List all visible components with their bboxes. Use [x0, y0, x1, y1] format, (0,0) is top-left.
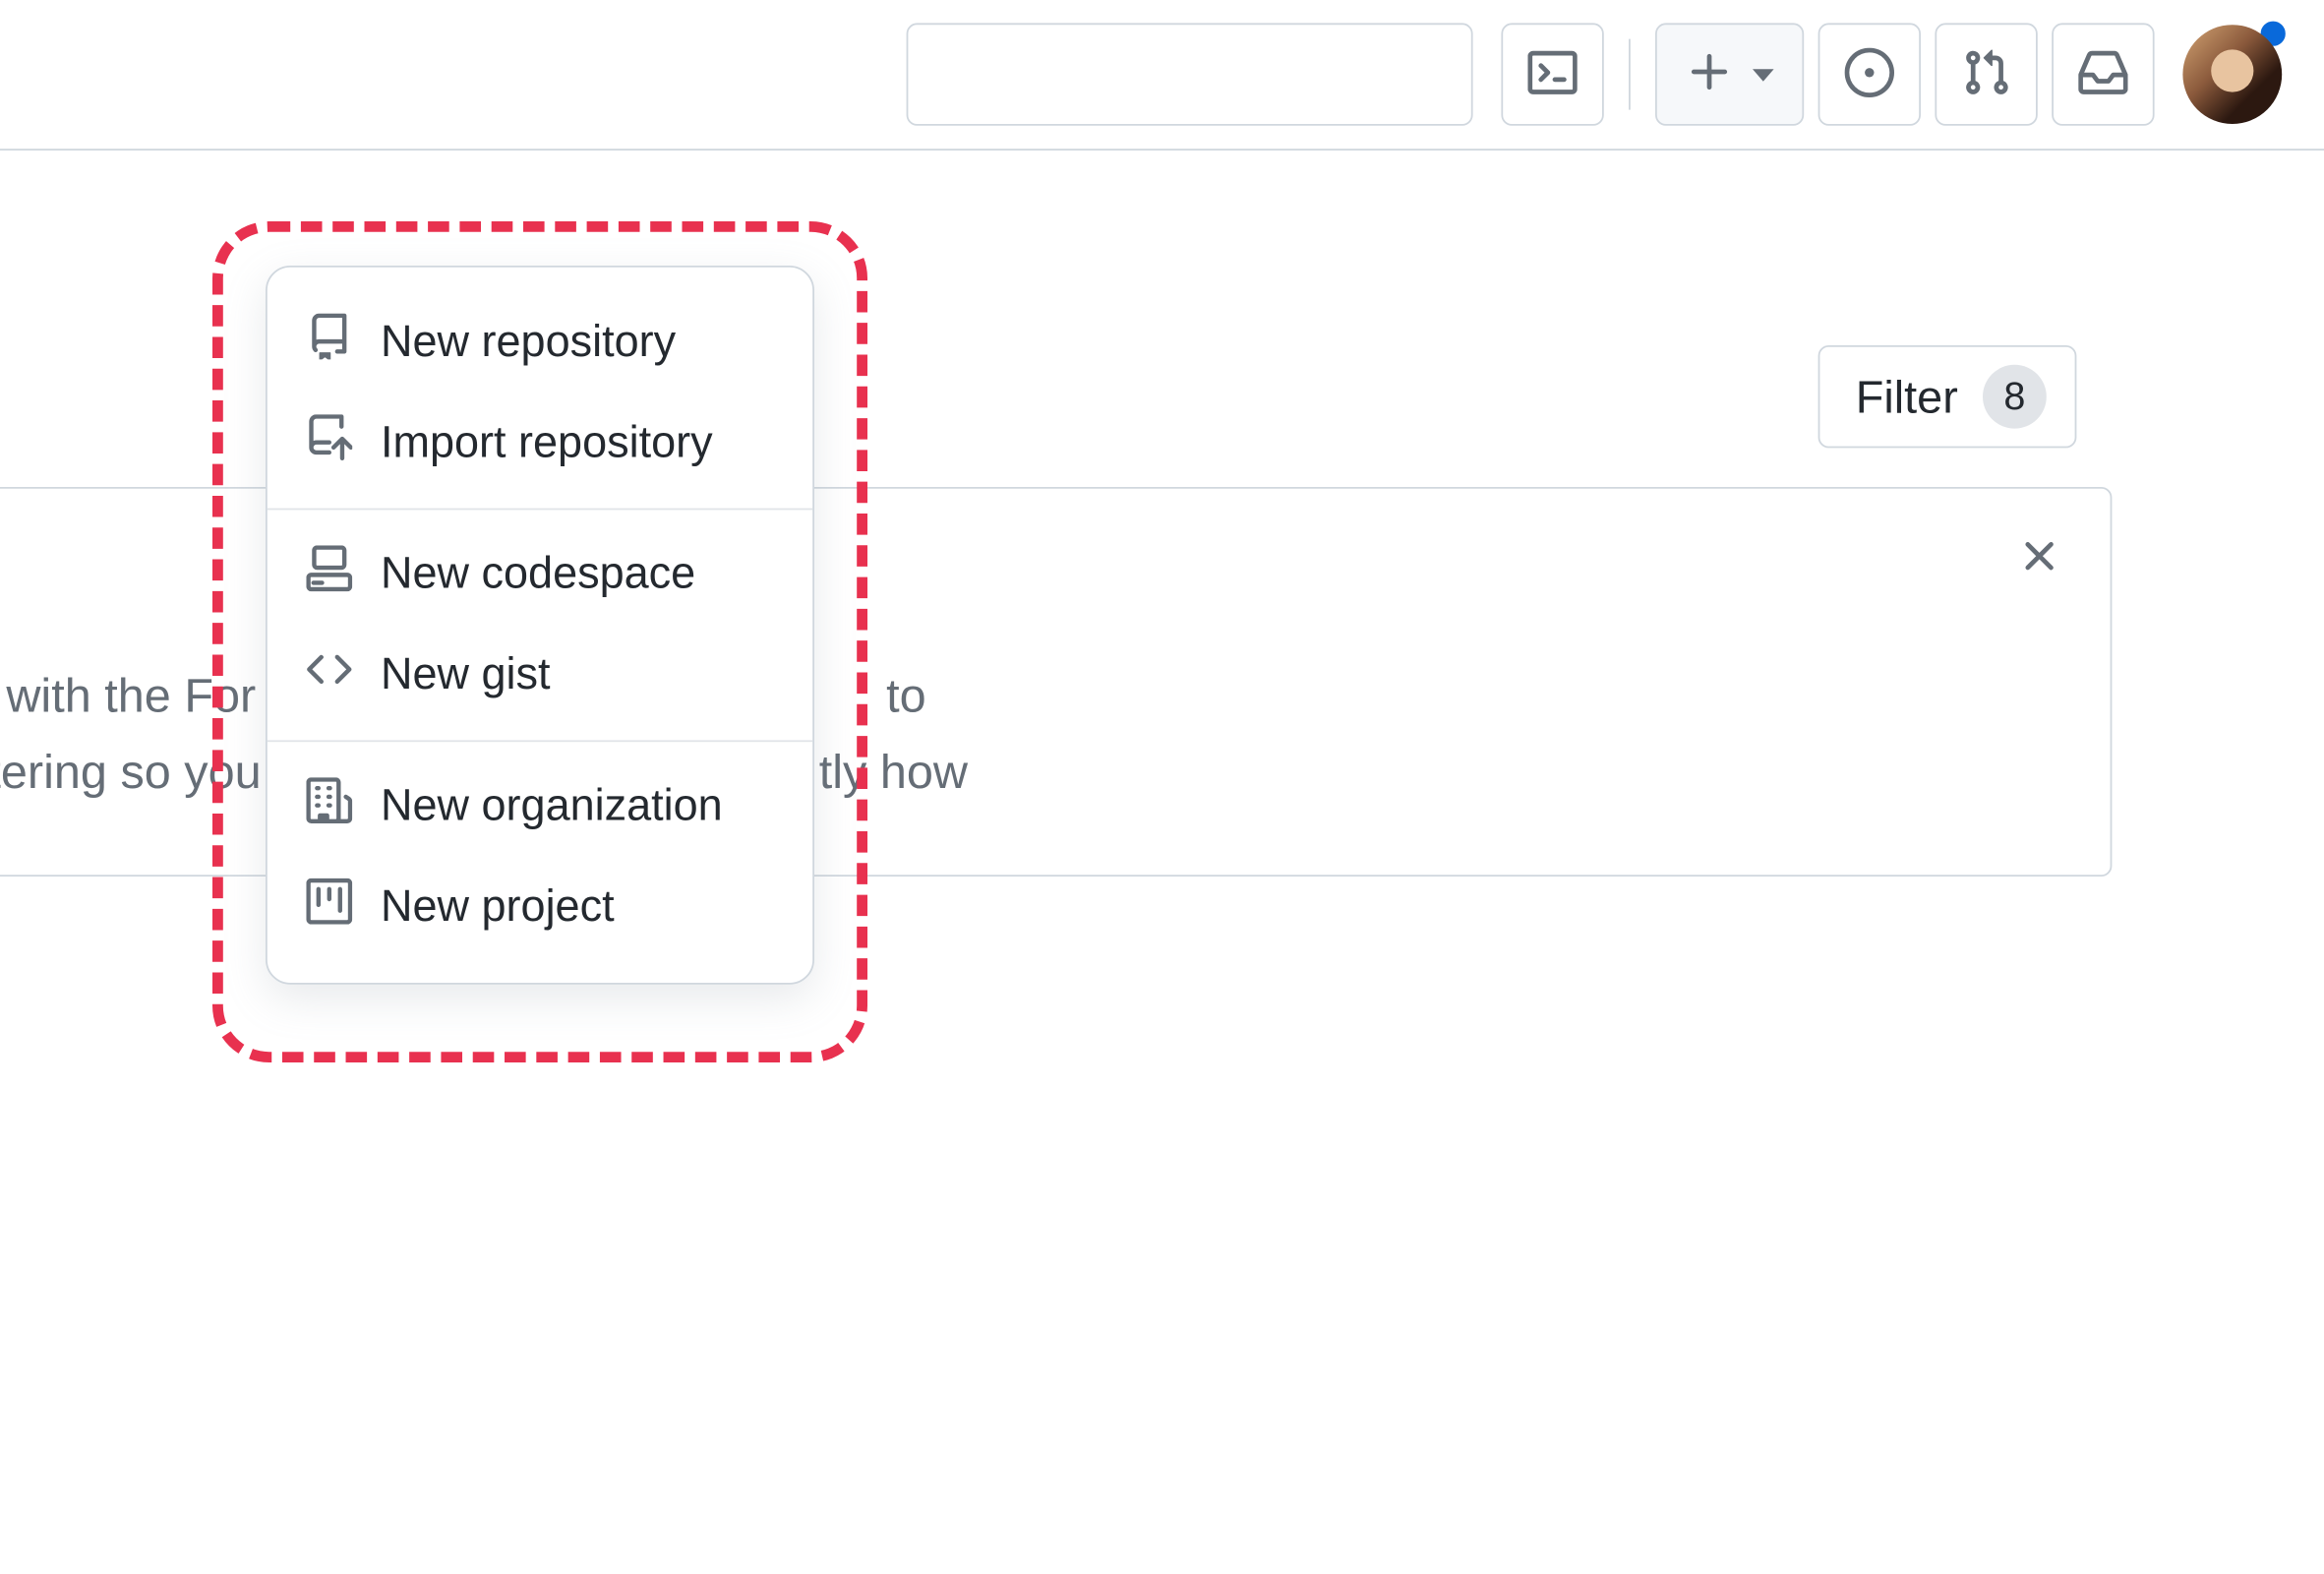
menu-item-label: New gist — [381, 650, 551, 701]
repo-icon — [306, 314, 352, 372]
repo-push-icon — [306, 414, 352, 472]
menu-item-import-repository[interactable]: Import repository — [268, 394, 812, 495]
content-area: Filter 8 d with the For y to iltering so… — [0, 151, 2324, 221]
menu-item-label: Import repository — [381, 418, 713, 469]
user-avatar[interactable] — [2182, 25, 2282, 124]
menu-item-new-repository[interactable]: New repository — [268, 292, 812, 394]
close-button[interactable] — [2004, 524, 2075, 595]
menu-item-label: New organization — [381, 781, 723, 832]
menu-item-new-codespace[interactable]: New codespace — [268, 524, 812, 626]
menu-item-new-project[interactable]: New project — [268, 857, 812, 958]
filter-button[interactable]: Filter 8 — [1818, 345, 2076, 448]
plus-icon — [1686, 47, 1735, 102]
close-icon — [2014, 530, 2063, 588]
code-icon — [306, 646, 352, 704]
command-palette-button[interactable] — [1501, 23, 1603, 125]
chevron-down-icon — [1753, 68, 1774, 81]
menu-item-new-gist[interactable]: New gist — [268, 625, 812, 726]
separator — [1629, 39, 1631, 110]
filter-count-badge: 8 — [1983, 365, 2047, 429]
project-icon — [306, 878, 352, 937]
menu-item-new-organization[interactable]: New organization — [268, 757, 812, 858]
menu-item-label: New project — [381, 881, 615, 933]
notifications-button[interactable] — [2052, 23, 2154, 125]
menu-item-label: New repository — [381, 317, 676, 368]
menu-item-label: New codespace — [381, 549, 695, 600]
avatar-wrapper — [2182, 25, 2282, 124]
codespaces-icon — [306, 545, 352, 603]
create-new-button[interactable] — [1655, 23, 1804, 125]
issue-opened-icon — [1845, 47, 1894, 102]
inbox-icon — [2078, 47, 2127, 102]
terminal-icon — [1527, 47, 1577, 102]
search-input[interactable] — [907, 23, 1473, 125]
menu-divider — [268, 509, 812, 511]
filter-label: Filter — [1856, 369, 1958, 424]
issues-button[interactable] — [1818, 23, 1921, 125]
app-header — [0, 0, 2324, 151]
organization-icon — [306, 777, 352, 835]
create-new-menu: New repository Import repository New cod… — [266, 266, 814, 985]
git-pull-request-icon — [1961, 47, 2010, 102]
menu-divider — [268, 740, 812, 742]
pull-requests-button[interactable] — [1935, 23, 2037, 125]
